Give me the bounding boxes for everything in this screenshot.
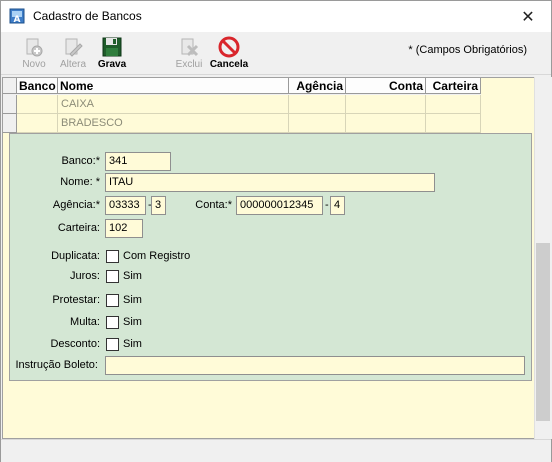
bank-edit-panel: Banco:* 341 Nome: * ITAU Agência:* 03333… <box>9 133 532 381</box>
carteira-label: Carteira: <box>57 222 100 234</box>
col-header-agencia[interactable]: Agência <box>289 78 346 94</box>
cell-banco <box>17 114 58 133</box>
cell-agencia <box>289 114 346 133</box>
title-bar: A Cadastro de Bancos ✕ <box>1 1 551 32</box>
cell-nome: CAIXA <box>58 95 289 114</box>
horizontal-scrollbar[interactable] <box>1 439 551 462</box>
edit-pencil-icon <box>65 38 83 57</box>
exclui-button[interactable]: Exclui <box>173 35 205 73</box>
required-fields-note: * (Campos Obrigatórios) <box>408 44 527 56</box>
agencia-dv-field[interactable]: 3 <box>151 196 166 215</box>
altera-label: Altera <box>59 59 87 70</box>
juros-checkbox[interactable] <box>106 270 119 283</box>
cell-agencia <box>289 95 346 114</box>
scrollbar-thumb[interactable] <box>536 243 550 421</box>
cell-conta <box>346 114 426 133</box>
conta-separator: - <box>325 199 329 211</box>
window-title: Cadastro de Bancos <box>33 9 142 23</box>
table-row[interactable]: BRADESCO <box>3 114 481 133</box>
desconto-label: Desconto: <box>50 338 100 350</box>
col-header-banco[interactable]: Banco <box>17 78 58 94</box>
cancel-icon <box>218 36 240 58</box>
row-indicator <box>3 114 17 133</box>
col-header-carteira[interactable]: Carteira <box>426 78 481 94</box>
desconto-checkbox[interactable] <box>106 338 119 351</box>
instrucao-boleto-field[interactable] <box>105 356 525 375</box>
juros-label: Juros: <box>70 270 100 282</box>
conta-dv-field[interactable]: 4 <box>330 196 345 215</box>
cancela-button[interactable]: Cancela <box>208 35 250 73</box>
banco-label: Banco:* <box>61 155 100 167</box>
toolbar: Novo Altera Grava Exclui Cancela * (Camp… <box>1 32 551 75</box>
multa-label: Multa: <box>70 316 100 328</box>
grava-label: Grava <box>97 59 127 70</box>
agencia-label: Agência:* <box>52 199 100 211</box>
protestar-label: Protestar: <box>52 294 100 306</box>
carteira-field[interactable]: 102 <box>105 219 143 238</box>
agencia-field[interactable]: 03333 <box>105 196 146 215</box>
novo-label: Novo <box>22 59 46 70</box>
cell-banco <box>17 95 58 114</box>
cell-carteira <box>426 114 481 133</box>
new-document-icon <box>26 38 43 57</box>
save-floppy-icon <box>102 37 122 57</box>
vertical-scrollbar[interactable] <box>534 77 552 439</box>
protestar-option-label[interactable]: Sim <box>123 294 142 306</box>
duplicata-label: Duplicata: <box>51 250 100 262</box>
cell-conta <box>346 95 426 114</box>
multa-checkbox[interactable] <box>106 316 119 329</box>
nome-label: Nome: * <box>60 176 100 188</box>
juros-option-label[interactable]: Sim <box>123 270 142 282</box>
multa-option-label[interactable]: Sim <box>123 316 142 328</box>
protestar-checkbox[interactable] <box>106 294 119 307</box>
cancela-label: Cancela <box>209 59 249 70</box>
grava-button[interactable]: Grava <box>97 35 127 73</box>
altera-button[interactable]: Altera <box>57 35 89 73</box>
conta-label: Conta:* <box>195 199 232 211</box>
row-indicator <box>3 95 17 114</box>
instrucao-boleto-label: Instrução Boleto: <box>15 359 98 371</box>
col-header-nome[interactable]: Nome <box>58 78 289 94</box>
close-icon: ✕ <box>521 8 535 26</box>
exclui-label: Exclui <box>175 59 203 70</box>
cell-carteira <box>426 95 481 114</box>
novo-button[interactable]: Novo <box>19 35 49 73</box>
svg-text:A: A <box>14 15 21 24</box>
table-row[interactable]: CAIXA <box>3 95 481 114</box>
nome-field[interactable]: ITAU <box>105 173 435 192</box>
grid-header: Banco Nome Agência Conta Carteira <box>3 78 481 95</box>
close-button[interactable]: ✕ <box>505 1 551 32</box>
row-indicator-header <box>3 78 17 94</box>
conta-field[interactable]: 000000012345 <box>236 196 323 215</box>
cell-nome: BRADESCO <box>58 114 289 133</box>
duplicata-option-label[interactable]: Com Registro <box>123 250 190 262</box>
delete-icon <box>181 38 199 57</box>
duplicata-checkbox[interactable] <box>106 250 119 263</box>
col-header-conta[interactable]: Conta <box>346 78 426 94</box>
banco-field[interactable]: 341 <box>105 152 171 171</box>
window: A Cadastro de Bancos ✕ Novo Altera Grava… <box>0 0 552 462</box>
desconto-option-label[interactable]: Sim <box>123 338 142 350</box>
app-icon: A <box>9 8 25 24</box>
